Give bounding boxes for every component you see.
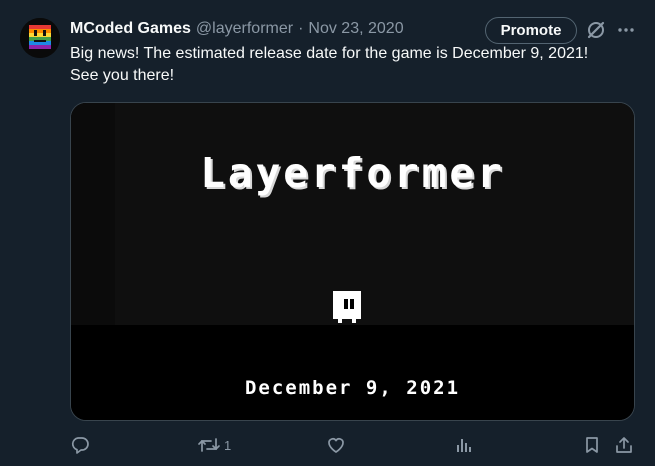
like-button[interactable]	[326, 434, 346, 456]
tweet-header: MCoded Games @layerformer · Nov 23, 2020	[70, 18, 404, 40]
game-release-date: December 9, 2021	[244, 377, 461, 399]
reply-button[interactable]	[70, 434, 90, 456]
avatar[interactable]	[20, 18, 60, 58]
tweet-text-line: See you there!	[70, 67, 175, 84]
action-bar: 1	[0, 430, 655, 460]
tweet-text: Big news! The estimated release date for…	[70, 43, 640, 87]
grok-icon[interactable]	[585, 19, 607, 41]
tweet-media[interactable]: Layerformer December 9, 2021	[70, 102, 635, 421]
game-title: Layerformer	[200, 149, 505, 197]
share-icon	[616, 437, 632, 453]
more-icon[interactable]	[615, 19, 637, 41]
share-button[interactable]	[614, 434, 634, 456]
retweet-count: 1	[224, 437, 232, 453]
retweet-button[interactable]: 1	[197, 434, 231, 456]
analytics-icon	[457, 439, 471, 452]
retweet-icon	[198, 438, 220, 452]
user-handle[interactable]: @layerformer	[196, 18, 293, 40]
heart-icon	[328, 438, 344, 453]
separator-dot: ·	[298, 20, 304, 37]
tweet: MCoded Games @layerformer · Nov 23, 2020…	[0, 0, 655, 466]
promote-button[interactable]: Promote	[485, 17, 577, 44]
pixel-character	[333, 291, 361, 323]
reply-icon	[71, 437, 89, 454]
tweet-text-line: Big news! The estimated release date for…	[70, 45, 589, 62]
tweet-date[interactable]: Nov 23, 2020	[308, 18, 403, 40]
display-name[interactable]: MCoded Games	[70, 18, 191, 40]
bookmark-button[interactable]	[582, 434, 602, 456]
bookmark-icon	[586, 437, 598, 453]
game-ground	[71, 325, 634, 420]
views-button[interactable]	[454, 434, 474, 456]
avatar-image	[20, 18, 60, 58]
